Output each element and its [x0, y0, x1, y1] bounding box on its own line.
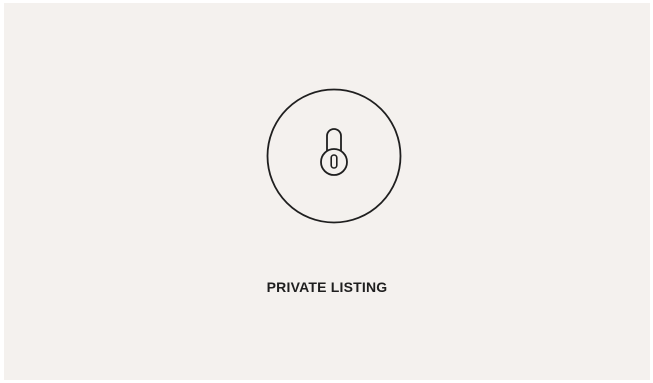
lock-icon [266, 88, 402, 224]
private-listing-label: PRIVATE LISTING [266, 279, 388, 295]
private-listing-panel: PRIVATE LISTING [4, 3, 650, 380]
